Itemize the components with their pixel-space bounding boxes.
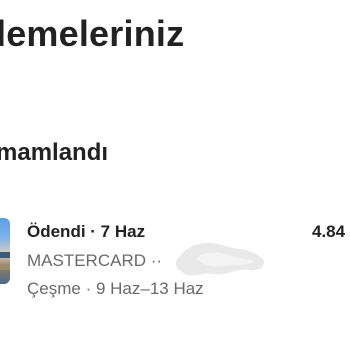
redaction-smudge — [175, 242, 265, 276]
listing-thumbnail — [0, 218, 10, 284]
payment-amount: 4.84 — [312, 222, 346, 241]
payment-status-date: Ödendi · 7 Haz — [27, 222, 146, 241]
section-heading: mamlandı — [0, 139, 109, 166]
payment-card: MASTERCARD ·· — [27, 251, 163, 270]
page-title: lemeleriniz — [0, 13, 185, 54]
payments-screen: lemeleriniz mamlandı Ödendi · 7 Haz 4.84… — [0, 0, 350, 350]
